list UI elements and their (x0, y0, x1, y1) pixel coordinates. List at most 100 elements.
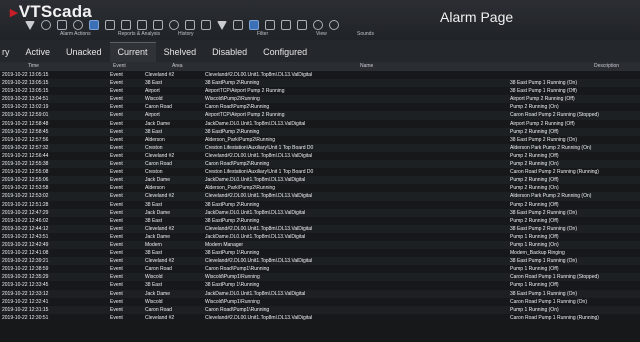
acknowledge-icon[interactable] (41, 20, 51, 30)
cell-description: 38 East Pump 2 Running (On) (510, 209, 577, 216)
tab-disabled[interactable]: Disabled (204, 43, 255, 62)
table-row[interactable]: 2019-10-22 12:35:29 Event Wiscold Wiscold\P… (0, 273, 640, 282)
report-icon[interactable] (89, 20, 99, 30)
silence-icon[interactable] (57, 20, 67, 30)
cell-event: Event (110, 88, 123, 95)
export-icon[interactable] (121, 20, 131, 30)
table-row[interactable]: 2019-10-22 12:57:56 Event Alderson Alderson… (0, 136, 640, 144)
cell-name: Modern Manager (205, 241, 244, 248)
table-row[interactable]: 2019-10-22 12:33:12 Event Jack Dame JackDam… (0, 289, 640, 298)
column-header-name[interactable]: Name (360, 63, 373, 69)
count-select-icon[interactable] (201, 20, 211, 30)
table-row[interactable]: 2019-10-22 12:57:32 Event Creston Creston L… (0, 143, 640, 152)
cell-area: Caron Road (145, 266, 172, 273)
table-row[interactable]: 2019-10-22 12:42:49 Event Modern Modern Man… (0, 240, 640, 250)
table-row[interactable]: 2019-10-22 12:43:51 Event Jack Dame JackDam… (0, 233, 640, 241)
tab-unacked[interactable]: Unacked (58, 43, 110, 62)
cell-description: 38 East Pump 2 Running (On) (510, 225, 577, 232)
cell-event: Event (110, 274, 123, 281)
cell-time: 2019-10-22 12:30:51 (2, 314, 49, 321)
table-row[interactable]: 2019-10-22 12:32:41 Event Wiscold Wiscold\P… (0, 298, 640, 306)
table-row[interactable]: 2019-10-22 13:05:15 Event 38 East 38 EastPu… (0, 79, 640, 88)
toolbar: ▸VTScada Alarm Actions Reports & Analysi… (0, 0, 640, 41)
sound-icon[interactable] (313, 20, 323, 30)
cell-time: 2019-10-22 12:32:41 (2, 298, 49, 305)
table-row[interactable]: 2019-10-22 12:31:15 Event Caron Road Caron … (0, 305, 640, 314)
cell-area: Jack Dame (145, 209, 171, 216)
table-row[interactable]: 2019-10-22 12:38:59 Event Caron Road Caron … (0, 265, 640, 273)
columns-icon[interactable] (281, 20, 291, 30)
filter-area-icon[interactable] (233, 20, 243, 30)
cell-event: Event (110, 112, 123, 119)
group-label-filter: Filter (257, 31, 269, 37)
cell-name: 38 EastPump 2\Running (205, 201, 260, 208)
column-header-area[interactable]: Area (172, 63, 183, 69)
cell-time: 2019-10-22 12:55:38 (2, 161, 49, 168)
cell-area: Cleveland #2 (145, 193, 175, 200)
dropdown-arrow-icon[interactable] (25, 20, 35, 30)
logo-mark: ▸ (10, 4, 18, 21)
shelve-icon[interactable] (73, 20, 83, 30)
cell-description: Pump 2 Running (On) (510, 104, 559, 111)
cell-name: Caron Road\Pump1\Running (205, 306, 270, 313)
chart-icon[interactable] (137, 20, 147, 30)
cell-time: 2019-10-22 12:59:01 (2, 112, 49, 119)
cell-event: Event (110, 233, 123, 240)
cell-area: Caron Road (145, 306, 172, 313)
table-row[interactable]: 2019-10-22 13:02:19 Event Caron Road Caron … (0, 103, 640, 111)
print-icon[interactable] (105, 20, 115, 30)
table-row[interactable]: 2019-10-22 12:56:44 Event Cleveland #2 Clev… (0, 152, 640, 160)
tab-current[interactable]: Current (109, 42, 156, 62)
table-row[interactable]: 2019-10-22 12:44:12 Event Cleveland #2 Clev… (0, 224, 640, 233)
cell-time: 2019-10-22 12:33:45 (2, 282, 49, 289)
table-row[interactable]: 2019-10-22 12:51:28 Event 38 East 38 EastPu… (0, 201, 640, 209)
tab-shelved[interactable]: Shelved (156, 43, 205, 62)
table-row[interactable]: 2019-10-22 12:46:02 Event 38 East 38 EastPu… (0, 217, 640, 225)
cell-name: 38 EastPump 1\Running (205, 250, 260, 257)
edit-icon[interactable] (153, 20, 163, 30)
cell-name: Creston Lifestation\Auxiliary\Unit 1 Top… (205, 169, 314, 176)
table-row[interactable]: 2019-10-22 12:47:29 Event Jack Dame JackDam… (0, 208, 640, 217)
font-size-icon[interactable] (265, 20, 275, 30)
table-row[interactable]: 2019-10-22 13:05:15 Event Airport AirportTC… (0, 87, 640, 95)
cell-area: Jack Dame (145, 120, 171, 127)
table-row[interactable]: 2019-10-22 12:53:58 Event Alderson Alderson… (0, 184, 640, 192)
cell-event: Event (110, 314, 123, 321)
tab-active[interactable]: Active (18, 43, 59, 62)
cell-area: Creston (145, 144, 163, 151)
table-row[interactable]: 2019-10-22 12:55:08 Event Creston Creston L… (0, 168, 640, 176)
table-row[interactable]: 2019-10-22 12:39:21 Event Cleveland #2 Clev… (0, 257, 640, 266)
table-row[interactable]: 2019-10-22 12:33:45 Event 38 East 38 EastPu… (0, 281, 640, 289)
table-row[interactable]: 2019-10-22 12:58:48 Event Jack Dame JackDam… (0, 120, 640, 128)
filter-priority-icon[interactable] (249, 20, 259, 30)
table-row[interactable]: 2019-10-22 12:55:06 Event Jack Dame JackDam… (0, 176, 640, 185)
tab-configured[interactable]: Configured (255, 43, 315, 62)
table-row[interactable]: 2019-10-22 12:55:38 Event Caron Road Caron … (0, 160, 640, 169)
cell-name: AirportTCP\Airport Pump 2 Running (205, 112, 285, 119)
cell-event: Event (110, 266, 123, 273)
mute-icon[interactable] (329, 20, 339, 30)
cell-event: Event (110, 250, 123, 257)
table-row[interactable]: 2019-10-22 12:53:02 Event Cleveland #2 Clev… (0, 192, 640, 201)
cell-event: Event (110, 120, 123, 127)
cell-description: Caron Road Pump 1 Running (Stopped) (510, 274, 599, 281)
grid-icon[interactable] (297, 20, 307, 30)
cell-description: Pump 1 Running (Off) (510, 282, 559, 289)
cell-event: Event (110, 185, 123, 192)
column-header-event[interactable]: Event (113, 63, 126, 69)
cell-name: Alderson_Park\Pump2\Running (205, 136, 276, 143)
cell-time: 2019-10-22 12:46:02 (2, 217, 49, 224)
cell-event: Event (110, 290, 123, 297)
column-header-description[interactable]: Description (594, 63, 619, 69)
history-icon[interactable] (169, 20, 179, 30)
table-row[interactable]: 2019-10-22 13:04:51 Event Wiscold Wiscold\P… (0, 95, 640, 104)
calendar-icon[interactable] (185, 20, 195, 30)
column-header-time[interactable]: Time (28, 63, 88, 69)
table-row[interactable]: 2019-10-22 13:05:15 Event Cleveland #2 Clev… (0, 71, 640, 79)
table-row[interactable]: 2019-10-22 12:59:01 Event Airport AirportTC… (0, 111, 640, 120)
table-row[interactable]: 2019-10-22 12:58:45 Event 38 East 38 EastPu… (0, 127, 640, 136)
filter-icon[interactable] (217, 20, 227, 30)
table-row[interactable]: 2019-10-22 12:41:08 Event 38 East 38 EastPu… (0, 249, 640, 257)
tab-history[interactable]: ry (0, 43, 18, 62)
table-row[interactable]: 2019-10-22 12:30:51 Event Cleveland #2 Clev… (0, 314, 640, 322)
